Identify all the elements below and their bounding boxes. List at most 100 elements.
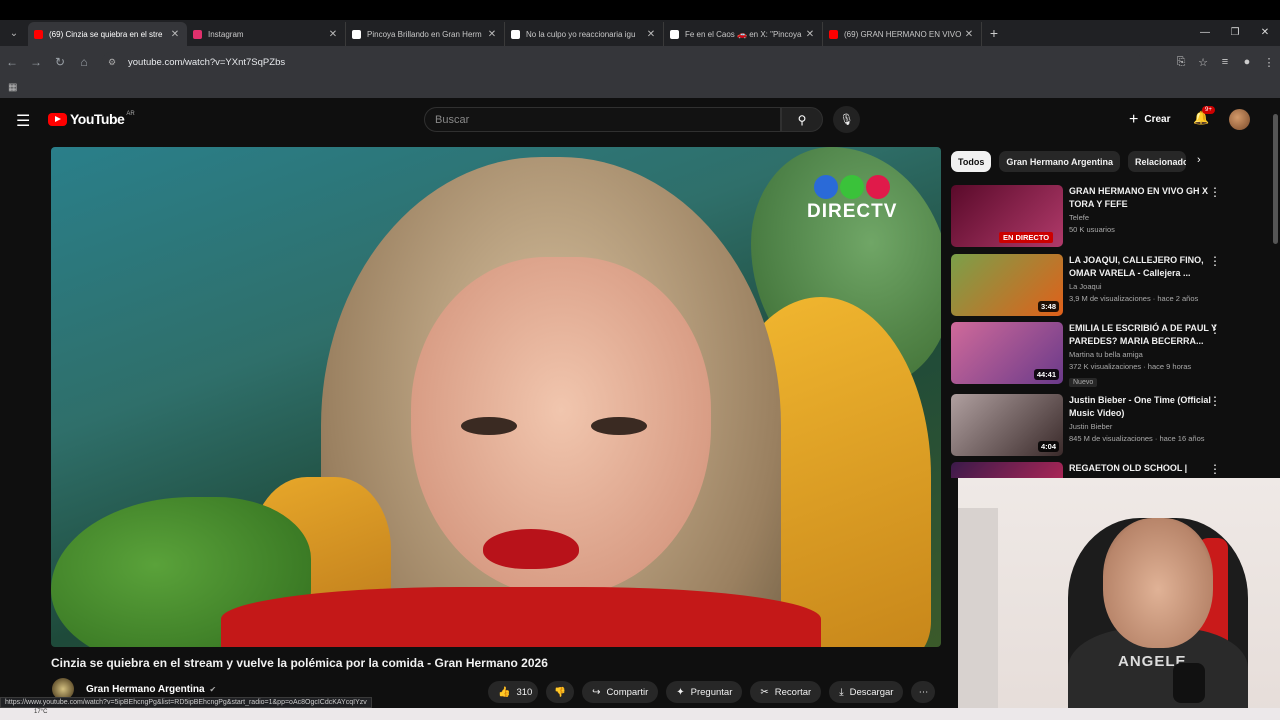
video-thumbnail[interactable]: EN DIRECTO — [951, 185, 1063, 247]
account-avatar[interactable] — [1229, 109, 1250, 130]
tab-x-post[interactable]: Fe en el Caos 🚗 en X: "Pincoya ✕ — [664, 22, 823, 46]
rec-title[interactable]: EMILIA LE ESCRIBIÓ A DE PAUL Y PAREDES? … — [1069, 322, 1219, 348]
rec-title[interactable]: GRAN HERMANO EN VIVO GH X TORA Y FEFE — [1069, 185, 1219, 211]
rec-channel[interactable]: Telefe — [1069, 213, 1219, 222]
download-label: Descargar — [849, 686, 894, 698]
plus-icon: + — [1129, 110, 1139, 128]
rec-title[interactable]: Justin Bieber - One Time (Official Music… — [1069, 394, 1219, 420]
close-tab-icon[interactable]: ✕ — [169, 29, 181, 40]
ask-button[interactable]: ✦ Preguntar — [666, 681, 743, 703]
more-vertical-icon[interactable]: ⋮ — [1209, 394, 1221, 408]
like-count: 310 — [516, 686, 533, 698]
search-input[interactable]: Buscar — [424, 107, 781, 132]
directv-logo-text: DIRECTV — [807, 201, 898, 222]
notification-badge: 9+ — [1202, 106, 1215, 114]
list-item[interactable]: 44:41 EMILIA LE ESCRIBIÓ A DE PAUL Y PAR… — [951, 322, 1241, 387]
home-icon[interactable]: ⌂ — [72, 55, 96, 69]
directv-watermark: DIRECTV — [807, 175, 897, 223]
rec-channel[interactable]: Martina tu bella amiga — [1069, 350, 1219, 359]
tab-title: No la culpo yo reaccionaria igu — [526, 29, 636, 39]
chip-todos[interactable]: Todos — [951, 151, 992, 172]
like-button[interactable]: 👍 310 — [488, 681, 539, 703]
bookmark-star-icon[interactable]: ☆ — [1192, 56, 1214, 69]
chip-relacionado[interactable]: Relacionado — [1128, 151, 1187, 172]
chevron-right-icon[interactable]: › — [1197, 154, 1201, 166]
youtube-favicon-icon — [34, 29, 43, 39]
tab-instagram[interactable]: Instagram ✕ — [187, 22, 346, 46]
media-controls-icon[interactable]: ≡ — [1214, 56, 1236, 68]
scissors-icon: ✂ — [760, 686, 769, 698]
sparkle-icon: ✦ — [676, 686, 685, 698]
forward-icon[interactable]: → — [24, 55, 48, 69]
page-scrollbar[interactable] — [1271, 100, 1280, 478]
clip-button[interactable]: ✂ Recortar — [750, 681, 822, 703]
voice-search-button[interactable]: 🎙 — [833, 106, 860, 133]
download-icon: ⤓ — [839, 686, 844, 698]
rec-title[interactable]: REGAETON OLD SCHOOL | — [1069, 462, 1219, 475]
new-tab-button[interactable]: + — [982, 22, 1006, 46]
video-thumbnail[interactable] — [951, 462, 1063, 478]
profile-icon[interactable]: ● — [1236, 56, 1258, 68]
close-tab-icon[interactable]: ✕ — [327, 29, 339, 40]
url-input[interactable]: ⚙ youtube.com/watch?v=YXnt7SqPZbs — [102, 51, 1142, 73]
share-button[interactable]: ↪ Compartir — [582, 681, 659, 703]
install-app-icon[interactable]: ⎘ — [1170, 56, 1192, 69]
tiktok-favicon-icon — [352, 29, 361, 39]
status-bar-url: https://www.youtube.com/watch?v=5ipBEhcn… — [0, 697, 372, 708]
tab-gran-hermano-live[interactable]: (69) GRAN HERMANO EN VIVO ✕ — [823, 22, 982, 46]
rec-title[interactable]: LA JOAQUI, CALLEJERO FINO, OMAR VARELA -… — [1069, 254, 1219, 280]
close-tab-icon[interactable]: ✕ — [963, 29, 975, 40]
more-actions-button[interactable]: ⋯ — [911, 681, 936, 703]
browser-menu-icon[interactable]: ⋮ — [1258, 56, 1280, 69]
more-vertical-icon[interactable]: ⋮ — [1209, 322, 1221, 336]
rec-channel[interactable]: La Joaqui — [1069, 282, 1219, 291]
tab-title: Pincoya Brillando en Gran Herm — [367, 29, 482, 39]
tab-youtube-video[interactable]: (69) Cinzia se quiebra en el stre ✕ — [28, 22, 187, 46]
list-item[interactable]: EN DIRECTO GRAN HERMANO EN VIVO GH X TOR… — [951, 185, 1241, 247]
tab-search-icon[interactable]: ⌄ — [0, 20, 28, 46]
notifications-button[interactable]: 🔔 9+ — [1193, 106, 1215, 126]
site-info-icon[interactable]: ⚙ — [108, 57, 120, 68]
thumbs-up-icon: 👍 — [498, 686, 511, 698]
instagram-favicon-icon — [193, 29, 202, 39]
video-thumbnail[interactable]: 4:04 — [951, 394, 1063, 456]
video-actions: 👍 310 👎 ↪ Compartir ✦ Preguntar ✂ Recort… — [488, 681, 936, 703]
close-tab-icon[interactable]: ✕ — [486, 29, 498, 40]
channel-row: Gran Hermano Argentina ✔ — [52, 678, 216, 700]
rec-channel[interactable]: Justin Bieber — [1069, 422, 1219, 431]
scrollbar-thumb[interactable] — [1273, 114, 1278, 244]
more-vertical-icon[interactable]: ⋮ — [1209, 185, 1221, 199]
tab-tiktok-pincoya[interactable]: Pincoya Brillando en Gran Herm ✕ — [346, 22, 505, 46]
back-icon[interactable]: ← — [0, 55, 24, 69]
close-tab-icon[interactable]: ✕ — [804, 29, 816, 40]
search-placeholder: Buscar — [435, 113, 470, 126]
restore-icon[interactable]: ❐ — [1220, 20, 1250, 46]
close-tab-icon[interactable]: ✕ — [645, 29, 657, 40]
minimize-icon[interactable]: — — [1190, 20, 1220, 46]
youtube-logo[interactable]: YouTube AR — [48, 111, 135, 127]
reload-icon[interactable]: ↻ — [48, 55, 72, 69]
menu-icon[interactable]: ☰ — [16, 111, 30, 131]
create-button[interactable]: + Crear — [1121, 107, 1178, 132]
tab-tiktok-culpo[interactable]: No la culpo yo reaccionaria igu ✕ — [505, 22, 664, 46]
search-button[interactable]: ⚲ — [781, 107, 823, 132]
download-button[interactable]: ⤓ Descargar — [829, 681, 904, 703]
list-item[interactable]: REGAETON OLD SCHOOL | ⋮ — [951, 462, 1241, 478]
apps-grid-icon[interactable]: ▦ — [8, 82, 17, 93]
close-window-icon[interactable]: ✕ — [1250, 20, 1280, 46]
video-thumbnail[interactable]: 44:41 — [951, 322, 1063, 384]
weather-widget[interactable]: 17°C — [34, 709, 47, 715]
rec-meta: 845 M de visualizaciones · hace 16 años — [1069, 434, 1205, 443]
dislike-button[interactable]: 👎 — [546, 681, 575, 703]
window-top-strip — [0, 0, 1280, 20]
list-item[interactable]: 3:48 LA JOAQUI, CALLEJERO FINO, OMAR VAR… — [951, 254, 1241, 316]
video-thumbnail[interactable]: 3:48 — [951, 254, 1063, 316]
more-vertical-icon[interactable]: ⋮ — [1209, 254, 1221, 268]
taskbar: 17°C — [0, 708, 1280, 720]
channel-name[interactable]: Gran Hermano Argentina — [86, 684, 205, 695]
video-player[interactable]: DIRECTV — [51, 147, 941, 647]
more-vertical-icon[interactable]: ⋮ — [1209, 462, 1221, 476]
share-label: Compartir — [606, 686, 649, 698]
chip-gran-hermano[interactable]: Gran Hermano Argentina — [999, 151, 1121, 172]
list-item[interactable]: 4:04 Justin Bieber - One Time (Official … — [951, 394, 1241, 456]
